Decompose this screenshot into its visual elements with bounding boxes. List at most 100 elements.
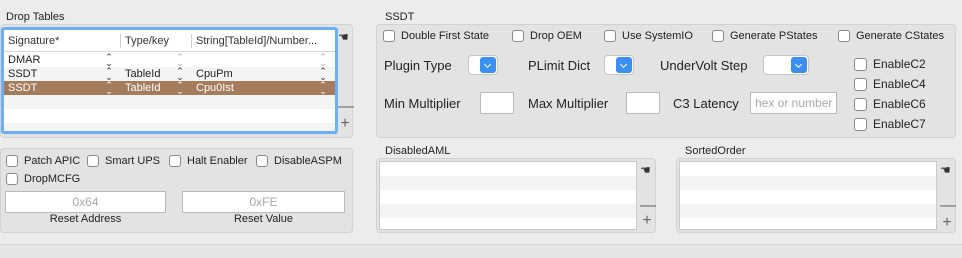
plugin-type-popup[interactable]: [468, 55, 498, 75]
stepper-icon[interactable]: ⌃ ⌄: [105, 81, 113, 95]
enable-c6-checkbox[interactable]: EnableC6: [854, 97, 926, 111]
stepper-icon[interactable]: ⌃ ⌄: [319, 81, 327, 95]
max-multiplier-input[interactable]: [626, 92, 660, 114]
checkbox-box[interactable]: [256, 155, 268, 167]
drag-hand-icon[interactable]: ☚: [640, 163, 651, 177]
table-header: Signature* Type/key String[TableId]/Numb…: [4, 30, 335, 52]
halt-enabler-checkbox[interactable]: Halt Enabler: [169, 155, 248, 167]
plimit-dict-popup[interactable]: [604, 55, 634, 75]
list-item: [680, 190, 936, 204]
stepper-icon[interactable]: ⌃ ⌄: [319, 53, 327, 67]
signature-cell[interactable]: SSDT ⌃ ⌄: [4, 67, 121, 81]
max-multiplier-label: Max Multiplier: [528, 96, 609, 111]
double-first-state-checkbox[interactable]: Double First State: [383, 30, 489, 42]
value-cell[interactable]: ⌃ ⌄: [192, 53, 335, 67]
remove-aml-button[interactable]: —: [640, 198, 656, 214]
signature-cell[interactable]: SSDT ⌃ ⌄: [4, 81, 121, 95]
checkbox-box[interactable]: [854, 77, 867, 91]
checkbox-box[interactable]: [604, 30, 616, 42]
type-cell[interactable]: TableId ⌃ ⌄: [121, 81, 192, 95]
stepper-icon[interactable]: ⌃ ⌄: [105, 53, 113, 67]
type-cell[interactable]: TableId ⌃ ⌄: [121, 67, 192, 81]
reset-value-label: Reset Value: [233, 213, 294, 225]
sorted-order-list[interactable]: [679, 161, 937, 230]
table-row-empty: [4, 95, 335, 109]
add-row-button[interactable]: +: [338, 116, 352, 132]
disabled-aml-label: DisabledAML: [385, 145, 451, 157]
table-row[interactable]: SSDT ⌃ ⌄ TableId ⌃ ⌄ CpuPm ⌃ ⌄: [4, 67, 335, 81]
value-cell[interactable]: Cpu0Ist ⌃ ⌄: [192, 81, 335, 95]
undervolt-step-popup[interactable]: [763, 55, 809, 75]
checkbox-box[interactable]: [712, 30, 724, 42]
stepper-icon[interactable]: ⌃ ⌄: [319, 67, 327, 81]
list-item: [380, 204, 636, 218]
table-row-empty: [4, 109, 335, 123]
generate-cstates-checkbox[interactable]: Generate CStates: [838, 30, 944, 42]
drop-oem-checkbox[interactable]: Drop OEM: [512, 30, 582, 42]
min-multiplier-input[interactable]: [480, 92, 514, 114]
c3-latency-label: C3 Latency: [673, 96, 739, 111]
reset-value-input[interactable]: 0xFE: [182, 191, 345, 213]
checkbox-box[interactable]: [512, 30, 524, 42]
drag-hand-icon[interactable]: ☚: [338, 30, 349, 44]
add-order-button[interactable]: +: [940, 215, 954, 231]
checkbox-box[interactable]: [6, 155, 18, 167]
checkbox-box[interactable]: [169, 155, 181, 167]
column-header-signature[interactable]: Signature*: [4, 33, 121, 48]
enable-c7-checkbox[interactable]: EnableC7: [854, 117, 926, 131]
drop-tables-table[interactable]: Signature* Type/key String[TableId]/Numb…: [4, 30, 335, 131]
table-row-empty: [4, 123, 335, 131]
column-header-type[interactable]: Type/key: [121, 33, 192, 48]
table-row[interactable]: DMAR ⌃ ⌄ ⌃ ⌄ ⌃ ⌄: [4, 53, 335, 67]
list-item: [680, 162, 936, 176]
checkbox-box[interactable]: [838, 30, 850, 42]
stepper-icon[interactable]: ⌃ ⌄: [105, 67, 113, 81]
checkbox-box[interactable]: [854, 57, 867, 71]
remove-order-button[interactable]: —: [940, 198, 956, 214]
list-item: [680, 204, 936, 218]
checkbox-box[interactable]: [854, 117, 867, 131]
checkbox-box[interactable]: [6, 173, 18, 185]
chevron-down-icon: [480, 57, 496, 73]
reset-address-input[interactable]: 0x64: [5, 191, 166, 213]
list-item: [380, 190, 636, 204]
disable-aspm-checkbox[interactable]: DisableASPM: [256, 155, 342, 167]
enable-c2-checkbox[interactable]: EnableC2: [854, 57, 926, 71]
plugin-type-label: Plugin Type: [384, 58, 452, 73]
table-row-selected[interactable]: SSDT ⌃ ⌄ TableId ⌃ ⌄ Cpu0Ist ⌃ ⌄: [4, 81, 335, 95]
column-header-string[interactable]: String[TableId]/Number...: [192, 34, 335, 48]
checkbox-box[interactable]: [854, 97, 867, 111]
min-multiplier-label: Min Multiplier: [384, 96, 461, 111]
sorted-order-label: SortedOrder: [685, 145, 746, 157]
value-cell[interactable]: CpuPm ⌃ ⌄: [192, 67, 335, 81]
smart-ups-checkbox[interactable]: Smart UPS: [87, 155, 160, 167]
add-aml-button[interactable]: +: [640, 213, 654, 229]
enable-c4-checkbox[interactable]: EnableC4: [854, 77, 926, 91]
stepper-icon[interactable]: ⌃ ⌄: [176, 81, 184, 95]
drop-tables-label: Drop Tables: [6, 11, 65, 23]
ssdt-label: SSDT: [385, 11, 415, 23]
type-cell[interactable]: ⌃ ⌄: [121, 53, 192, 67]
disabled-aml-list[interactable]: [379, 161, 637, 230]
plimit-dict-label: PLimit Dict: [528, 58, 591, 73]
reset-address-label: Reset Address: [49, 213, 122, 225]
undervolt-step-label: UnderVolt Step: [660, 58, 748, 73]
patch-apic-checkbox[interactable]: Patch APIC: [6, 155, 80, 167]
list-item: [380, 176, 636, 190]
remove-row-button[interactable]: —: [338, 99, 354, 115]
bottom-bar: [0, 244, 962, 258]
drag-hand-icon[interactable]: ☚: [940, 163, 951, 177]
drop-mcfg-checkbox[interactable]: DropMCFG: [6, 173, 80, 185]
generate-pstates-checkbox[interactable]: Generate PStates: [712, 30, 817, 42]
list-item: [380, 162, 636, 176]
stepper-icon[interactable]: ⌃ ⌄: [176, 67, 184, 81]
c3-latency-input[interactable]: hex or number: [750, 92, 837, 114]
chevron-down-icon: [791, 57, 807, 73]
signature-cell[interactable]: DMAR ⌃ ⌄: [4, 53, 121, 67]
checkbox-box[interactable]: [87, 155, 99, 167]
list-item: [680, 176, 936, 190]
chevron-down-icon: [616, 57, 632, 73]
use-systemio-checkbox[interactable]: Use SystemIO: [604, 30, 693, 42]
stepper-icon[interactable]: ⌃ ⌄: [176, 53, 184, 67]
checkbox-box[interactable]: [383, 30, 395, 42]
